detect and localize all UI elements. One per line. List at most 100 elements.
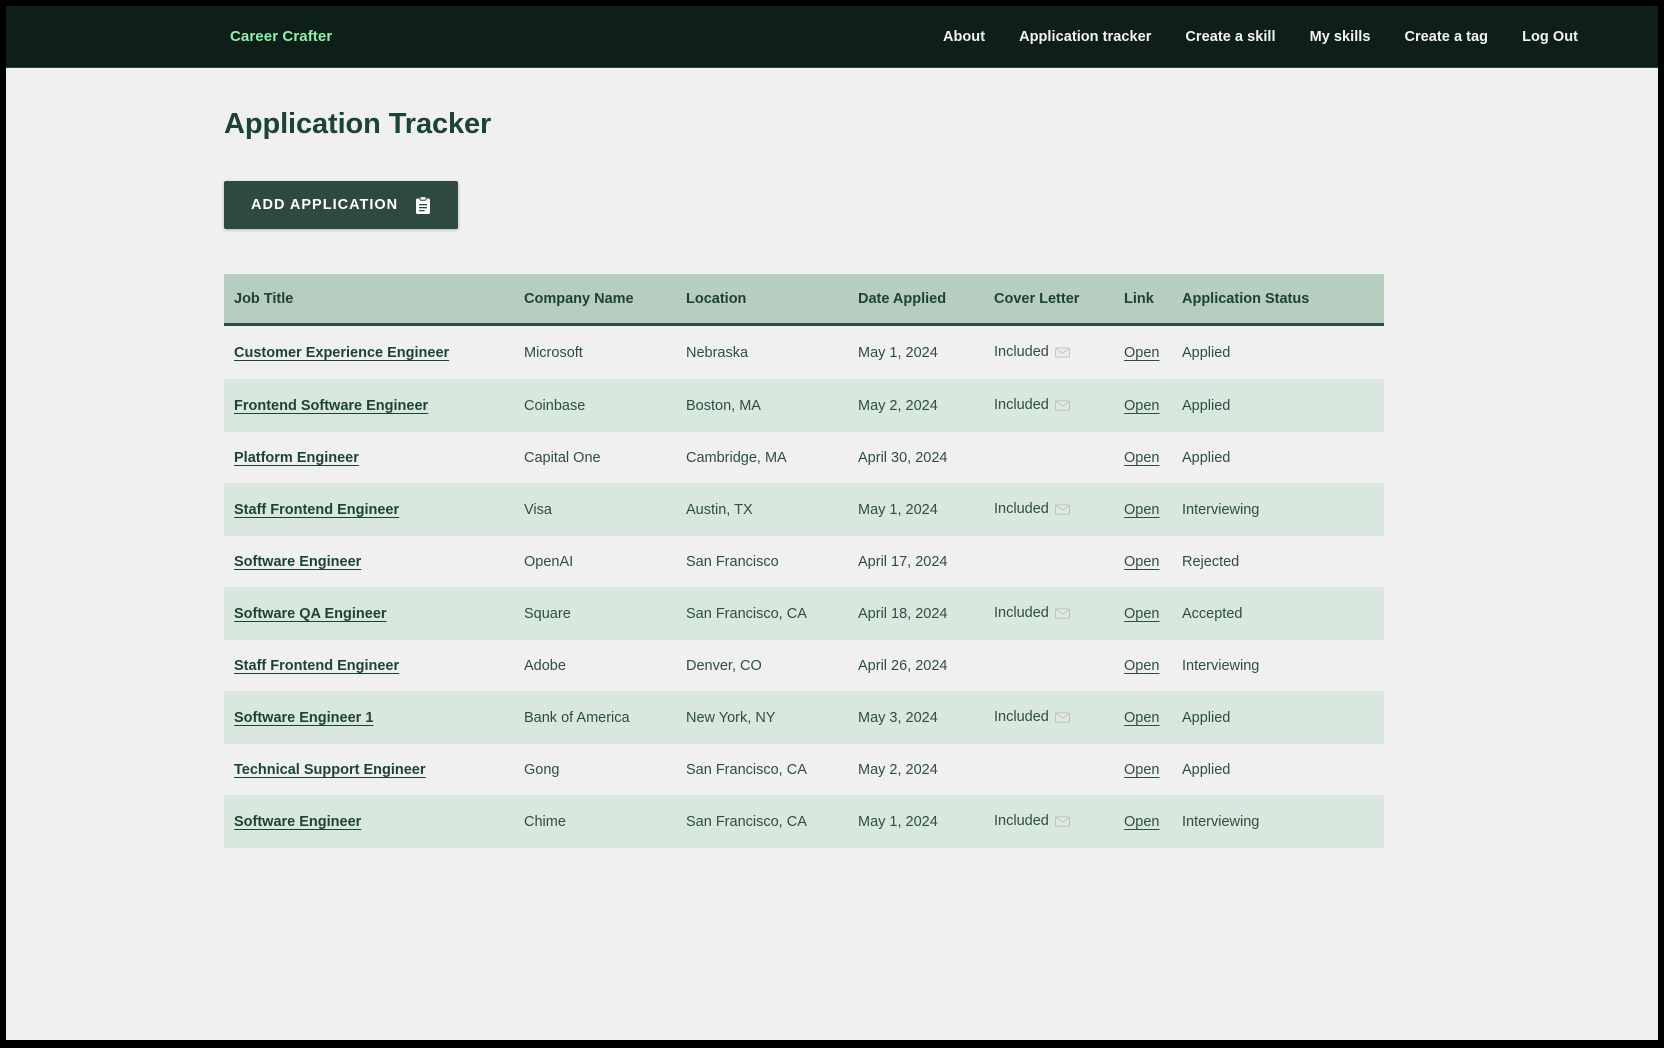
column-header-job-title[interactable]: Job Title — [224, 274, 524, 325]
cover-letter-label: Included — [994, 605, 1049, 621]
cell-cover-letter: Included — [994, 325, 1124, 380]
cell-cover-letter — [994, 536, 1124, 587]
nav-link-application-tracker[interactable]: Application tracker — [1019, 29, 1151, 45]
cell-date-applied: May 2, 2024 — [858, 379, 994, 432]
column-header-cover-letter[interactable]: Cover Letter — [994, 274, 1124, 325]
table-row: Staff Frontend EngineerAdobeDenver, COAp… — [224, 640, 1384, 691]
cell-company-name: OpenAI — [524, 536, 686, 587]
cell-job-title: Customer Experience Engineer — [224, 325, 524, 380]
table-row: Software Engineer 1Bank of AmericaNew Yo… — [224, 691, 1384, 744]
job-title-link[interactable]: Technical Support Engineer — [234, 762, 425, 778]
cell-cover-letter — [994, 744, 1124, 795]
cell-location: New York, NY — [686, 691, 858, 744]
cell-date-applied: April 18, 2024 — [858, 587, 994, 640]
cover-letter-label: Included — [994, 709, 1049, 725]
cell-application-status: Applied — [1182, 691, 1384, 744]
table-row: Customer Experience EngineerMicrosoftNeb… — [224, 325, 1384, 380]
cover-letter-label: Included — [994, 501, 1049, 517]
cell-cover-letter: Included — [994, 795, 1124, 848]
job-title-link[interactable]: Software QA Engineer — [234, 606, 387, 622]
column-header-date-applied[interactable]: Date Applied — [858, 274, 994, 325]
cell-location: San Francisco, CA — [686, 587, 858, 640]
nav-link-create-a-skill[interactable]: Create a skill — [1185, 29, 1275, 45]
add-application-button[interactable]: ADD APPLICATION — [224, 181, 458, 229]
cell-link: Open — [1124, 640, 1182, 691]
cell-link: Open — [1124, 379, 1182, 432]
cell-application-status: Applied — [1182, 744, 1384, 795]
cell-company-name: Visa — [524, 483, 686, 536]
job-title-link[interactable]: Staff Frontend Engineer — [234, 502, 399, 518]
cell-job-title: Platform Engineer — [224, 432, 524, 483]
open-link[interactable]: Open — [1124, 345, 1159, 361]
table-row: Software EngineerOpenAISan FranciscoApri… — [224, 536, 1384, 587]
cell-cover-letter: Included — [994, 483, 1124, 536]
nav-links: About Application tracker Create a skill… — [943, 29, 1636, 45]
cell-date-applied: May 1, 2024 — [858, 483, 994, 536]
open-link[interactable]: Open — [1124, 398, 1159, 414]
table-header: Job Title Company Name Location Date App… — [224, 274, 1384, 325]
cell-date-applied: May 1, 2024 — [858, 325, 994, 380]
cell-company-name: Microsoft — [524, 325, 686, 380]
table-header-row: Job Title Company Name Location Date App… — [224, 274, 1384, 325]
job-title-link[interactable]: Software Engineer 1 — [234, 710, 373, 726]
cell-application-status: Interviewing — [1182, 795, 1384, 848]
column-header-link[interactable]: Link — [1124, 274, 1182, 325]
cell-job-title: Software Engineer 1 — [224, 691, 524, 744]
nav-link-my-skills[interactable]: My skills — [1310, 29, 1371, 45]
cell-company-name: Coinbase — [524, 379, 686, 432]
cell-company-name: Chime — [524, 795, 686, 848]
open-link[interactable]: Open — [1124, 554, 1159, 570]
cell-job-title: Staff Frontend Engineer — [224, 640, 524, 691]
cell-cover-letter: Included — [994, 587, 1124, 640]
cell-application-status: Applied — [1182, 325, 1384, 380]
column-header-location[interactable]: Location — [686, 274, 858, 325]
cell-job-title: Frontend Software Engineer — [224, 379, 524, 432]
brand-logo[interactable]: Career Crafter — [230, 28, 332, 45]
cell-application-status: Applied — [1182, 379, 1384, 432]
open-link[interactable]: Open — [1124, 450, 1159, 466]
cell-link: Open — [1124, 432, 1182, 483]
column-header-company-name[interactable]: Company Name — [524, 274, 686, 325]
job-title-link[interactable]: Software Engineer — [234, 554, 361, 570]
cell-link: Open — [1124, 483, 1182, 536]
cell-application-status: Accepted — [1182, 587, 1384, 640]
job-title-link[interactable]: Customer Experience Engineer — [234, 345, 449, 361]
job-title-link[interactable]: Software Engineer — [234, 814, 361, 830]
cell-cover-letter: Included — [994, 379, 1124, 432]
cell-link: Open — [1124, 691, 1182, 744]
applications-table: Job Title Company Name Location Date App… — [224, 274, 1384, 848]
open-link[interactable]: Open — [1124, 710, 1159, 726]
cell-link: Open — [1124, 325, 1182, 380]
cell-location: San Francisco, CA — [686, 795, 858, 848]
table-row: Software QA EngineerSquareSan Francisco,… — [224, 587, 1384, 640]
cell-job-title: Software Engineer — [224, 795, 524, 848]
nav-link-log-out[interactable]: Log Out — [1522, 29, 1578, 45]
open-link[interactable]: Open — [1124, 606, 1159, 622]
cell-company-name: Adobe — [524, 640, 686, 691]
job-title-link[interactable]: Platform Engineer — [234, 450, 359, 466]
nav-link-about[interactable]: About — [943, 29, 985, 45]
table-row: Platform EngineerCapital OneCambridge, M… — [224, 432, 1384, 483]
cell-date-applied: April 17, 2024 — [858, 536, 994, 587]
open-link[interactable]: Open — [1124, 502, 1159, 518]
cell-location: Cambridge, MA — [686, 432, 858, 483]
top-navbar: Career Crafter About Application tracker… — [6, 6, 1658, 68]
nav-link-create-a-tag[interactable]: Create a tag — [1404, 29, 1488, 45]
cell-link: Open — [1124, 587, 1182, 640]
open-link[interactable]: Open — [1124, 814, 1159, 830]
job-title-link[interactable]: Staff Frontend Engineer — [234, 658, 399, 674]
open-link[interactable]: Open — [1124, 762, 1159, 778]
add-application-label: ADD APPLICATION — [251, 197, 398, 213]
cell-cover-letter — [994, 432, 1124, 483]
table-row: Staff Frontend EngineerVisaAustin, TXMay… — [224, 483, 1384, 536]
cell-job-title: Software QA Engineer — [224, 587, 524, 640]
column-header-application-status[interactable]: Application Status — [1182, 274, 1384, 325]
cell-date-applied: May 3, 2024 — [858, 691, 994, 744]
envelope-icon — [1055, 503, 1070, 519]
envelope-icon — [1055, 346, 1070, 362]
cell-job-title: Software Engineer — [224, 536, 524, 587]
envelope-icon — [1055, 399, 1070, 415]
job-title-link[interactable]: Frontend Software Engineer — [234, 398, 428, 414]
cell-application-status: Rejected — [1182, 536, 1384, 587]
open-link[interactable]: Open — [1124, 658, 1159, 674]
